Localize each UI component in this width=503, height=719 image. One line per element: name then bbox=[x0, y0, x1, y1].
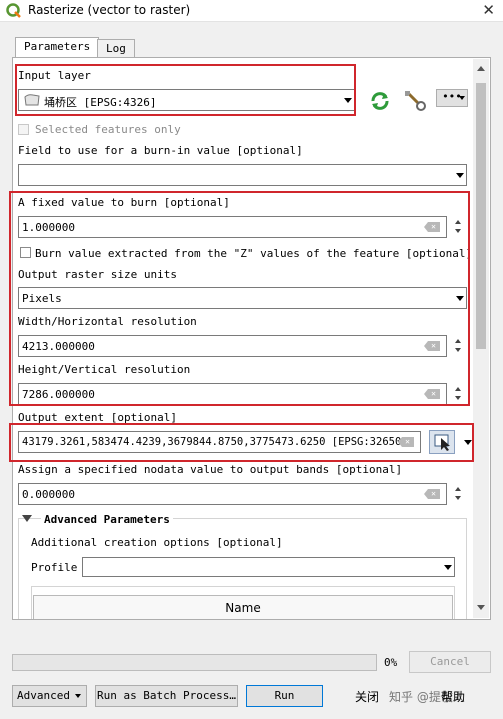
cancel-button[interactable]: Cancel bbox=[409, 651, 491, 673]
window-title: Rasterize (vector to raster) bbox=[28, 3, 191, 17]
scroll-up-icon[interactable] bbox=[477, 66, 485, 71]
name-column-header[interactable]: Name bbox=[33, 595, 453, 619]
extent-select-button[interactable] bbox=[429, 430, 455, 454]
close-icon[interactable]: ✕ bbox=[482, 1, 495, 19]
collapse-triangle-icon[interactable] bbox=[22, 515, 32, 522]
units-label: Output raster size units bbox=[18, 268, 177, 281]
clear-icon[interactable]: ✕ bbox=[424, 341, 440, 351]
extent-input[interactable]: 43179.3261,583474.4239,3679844.8750,3775… bbox=[18, 431, 421, 453]
more-options-button[interactable]: ••• bbox=[436, 89, 468, 107]
width-label: Width/Horizontal resolution bbox=[18, 315, 197, 328]
nodata-label: Assign a specified nodata value to outpu… bbox=[18, 463, 403, 476]
chevron-down-icon[interactable] bbox=[456, 173, 464, 178]
advanced-button-label: Advanced bbox=[17, 689, 70, 702]
vertical-scrollbar[interactable] bbox=[473, 59, 489, 618]
tab-log[interactable]: Log bbox=[97, 39, 135, 58]
creation-options-label: Additional creation options [optional] bbox=[31, 536, 283, 549]
burn-z-label: Burn value extracted from the "Z" values… bbox=[35, 247, 473, 260]
input-layer-label: Input layer bbox=[18, 69, 91, 82]
iterate-icon[interactable] bbox=[369, 91, 391, 111]
cursor-icon bbox=[434, 434, 450, 451]
advanced-group-label[interactable]: Advanced Parameters bbox=[41, 513, 173, 526]
burn-field-label: Field to use for a burn-in value [option… bbox=[18, 144, 303, 157]
scroll-down-icon[interactable] bbox=[477, 605, 485, 610]
chevron-down-icon bbox=[75, 694, 81, 698]
width-input[interactable]: 4213.000000 ✕ bbox=[18, 335, 447, 357]
input-layer-combo[interactable]: 埇桥区 [EPSG:4326] bbox=[18, 89, 355, 111]
advanced-button[interactable]: Advanced bbox=[12, 685, 87, 707]
title-bar: Rasterize (vector to raster) ✕ bbox=[0, 0, 503, 22]
width-stepper[interactable] bbox=[451, 335, 466, 357]
units-value: Pixels bbox=[22, 292, 62, 305]
help-button[interactable]: 帮助 bbox=[441, 688, 465, 705]
scrollbar-thumb[interactable] bbox=[476, 83, 486, 349]
profile-combo[interactable] bbox=[82, 557, 455, 577]
selected-only-checkbox[interactable] bbox=[18, 124, 29, 135]
fixed-value-stepper[interactable] bbox=[451, 216, 466, 238]
nodata-input[interactable]: 0.000000 ✕ bbox=[18, 483, 447, 505]
qgis-logo-icon bbox=[6, 3, 21, 18]
nodata-value: 0.000000 bbox=[22, 488, 75, 501]
batch-process-button[interactable]: Run as Batch Process… bbox=[95, 685, 238, 707]
tab-parameters[interactable]: Parameters bbox=[15, 37, 100, 58]
chevron-down-icon[interactable] bbox=[456, 296, 464, 301]
nodata-stepper[interactable] bbox=[451, 483, 466, 505]
polygon-layer-icon bbox=[24, 94, 40, 106]
burn-z-checkbox[interactable] bbox=[20, 247, 31, 258]
wrench-icon[interactable] bbox=[403, 89, 427, 111]
chevron-down-icon bbox=[459, 96, 465, 100]
progress-percent: 0% bbox=[384, 656, 398, 669]
parameters-panel: Input layer 埇桥区 [EPSG:4326] ••• Selected… bbox=[12, 57, 491, 620]
extent-label: Output extent [optional] bbox=[18, 411, 177, 424]
height-stepper[interactable] bbox=[451, 383, 466, 405]
close-button[interactable]: 关闭 bbox=[355, 688, 379, 705]
dialog-footer: Advanced Run as Batch Process… Run 关闭 知乎… bbox=[0, 683, 503, 719]
height-label: Height/Vertical resolution bbox=[18, 363, 191, 376]
fixed-value-label: A fixed value to burn [optional] bbox=[18, 196, 230, 209]
chevron-down-icon[interactable] bbox=[444, 565, 452, 570]
chevron-down-icon[interactable] bbox=[464, 440, 472, 445]
input-layer-value: 埇桥区 [EPSG:4326] bbox=[44, 96, 157, 109]
chevron-down-icon[interactable] bbox=[344, 98, 352, 103]
burn-field-combo[interactable] bbox=[18, 164, 467, 186]
fixed-value-input[interactable]: 1.000000 ✕ bbox=[18, 216, 447, 238]
extent-value: 43179.3261,583474.4239,3679844.8750,3775… bbox=[22, 436, 408, 448]
width-value: 4213.000000 bbox=[22, 340, 95, 353]
clear-icon[interactable]: ✕ bbox=[424, 222, 440, 232]
selected-only-label: Selected features only bbox=[35, 123, 181, 136]
run-button[interactable]: Run bbox=[246, 685, 323, 707]
units-combo[interactable]: Pixels bbox=[18, 287, 467, 309]
height-value: 7286.000000 bbox=[22, 388, 95, 401]
progress-bar bbox=[12, 654, 377, 671]
height-input[interactable]: 7286.000000 ✕ bbox=[18, 383, 447, 405]
clear-icon[interactable]: ✕ bbox=[424, 389, 440, 399]
clear-icon[interactable]: ✕ bbox=[424, 489, 440, 499]
profile-label: Profile bbox=[31, 561, 78, 574]
fixed-value-text: 1.000000 bbox=[22, 221, 75, 234]
